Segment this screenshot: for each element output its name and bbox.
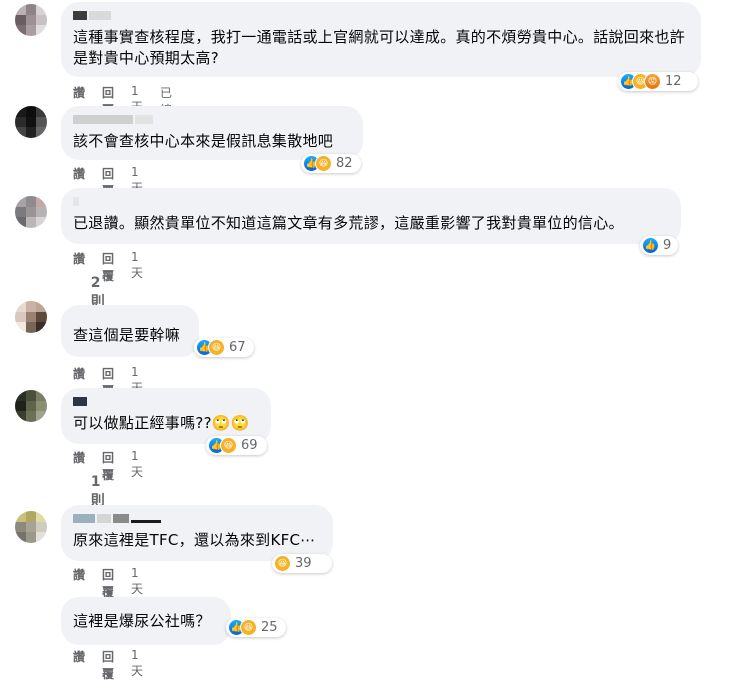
avatar[interactable] [15, 301, 47, 333]
reaction-count: 9 [663, 238, 672, 253]
reaction-summary[interactable]: 😆 39 [272, 554, 332, 573]
comment-actions: 讚 回覆 1天 [73, 648, 143, 682]
comment-text: 該不會查核中心本來是假訊息集散地吧 [73, 132, 334, 150]
comment-text: 已退讚。顯然貴單位不知道這篇文章有多荒謬，這嚴重影響了我對貴單位的信心。 [73, 214, 624, 232]
timestamp[interactable]: 1天 [131, 250, 143, 284]
comment-text: 這種事實查核程度，我打一通電話或上官網就可以達成。真的不煩勞貴中心。話說回來也許… [73, 28, 686, 67]
reaction-summary[interactable]: 👍 😆 67 [194, 338, 254, 357]
reaction-count: 69 [241, 438, 258, 453]
comment-bubble: 該不會查核中心本來是假訊息集散地吧 [61, 106, 363, 160]
haha-icon: 😆 [208, 339, 225, 356]
reaction-count: 12 [665, 74, 682, 89]
reaction-summary[interactable]: 👍 😆 25 [226, 618, 286, 637]
comment-bubble: 原來這裡是TFC，還以為來到KFC⋯ [61, 505, 333, 561]
avatar[interactable] [15, 390, 47, 422]
comment-text: 可以做點正經事嗎??🙄🙄 [73, 414, 250, 432]
timestamp[interactable]: 1天 [131, 648, 143, 682]
haha-icon: 😆 [240, 619, 257, 636]
reply-button[interactable]: 回覆 [102, 566, 114, 600]
reaction-count: 39 [295, 556, 312, 571]
reaction-count: 25 [261, 620, 278, 635]
comment-bubble: 查這個是要幹嘛 [61, 305, 199, 357]
like-icon: 👍 [642, 237, 659, 254]
avatar[interactable] [15, 196, 47, 228]
comment-text: 這裡是爆尿公社嗎？ [73, 612, 211, 630]
reaction-count: 82 [336, 156, 353, 171]
haha-icon: 😆 [274, 555, 291, 572]
reaction-summary[interactable]: 👍 9 [640, 236, 678, 255]
reaction-summary[interactable]: 👍 😆 82 [301, 154, 361, 173]
like-button[interactable]: 讚 [73, 648, 85, 682]
commenter-name[interactable] [73, 514, 321, 526]
reaction-summary[interactable]: 👍 😆 😡 12 [618, 72, 698, 91]
reaction-summary[interactable]: 👍 😆 69 [206, 436, 267, 455]
commenter-name[interactable] [73, 197, 669, 209]
timestamp[interactable]: 1天 [131, 566, 143, 600]
angry-icon: 😡 [644, 73, 661, 90]
reply-button[interactable]: 回覆 [102, 648, 114, 682]
timestamp[interactable]: 1天 [131, 449, 143, 483]
comment-text: 原來這裡是TFC，還以為來到KFC⋯ [73, 531, 316, 549]
commenter-name[interactable] [73, 115, 351, 127]
comment-text: 查這個是要幹嘛 [73, 326, 181, 344]
avatar[interactable] [15, 511, 47, 543]
comment-bubble: 這裡是爆尿公社嗎？ [61, 597, 231, 645]
comment-bubble: 這種事實查核程度，我打一通電話或上官網就可以達成。真的不煩勞貴中心。話說回來也許… [61, 2, 701, 77]
comment-actions: 讚 回覆 1天 [73, 566, 143, 600]
haha-icon: 😆 [315, 155, 332, 172]
haha-icon: 😆 [220, 437, 237, 454]
comment-bubble: 已退讚。顯然貴單位不知道這篇文章有多荒謬，這嚴重影響了我對貴單位的信心。 [61, 188, 681, 244]
like-button[interactable]: 讚 [73, 566, 85, 600]
avatar[interactable] [15, 106, 47, 138]
commenter-name[interactable] [73, 11, 689, 23]
avatar[interactable] [15, 4, 47, 36]
commenter-name[interactable] [73, 397, 259, 409]
reaction-count: 67 [229, 340, 246, 355]
